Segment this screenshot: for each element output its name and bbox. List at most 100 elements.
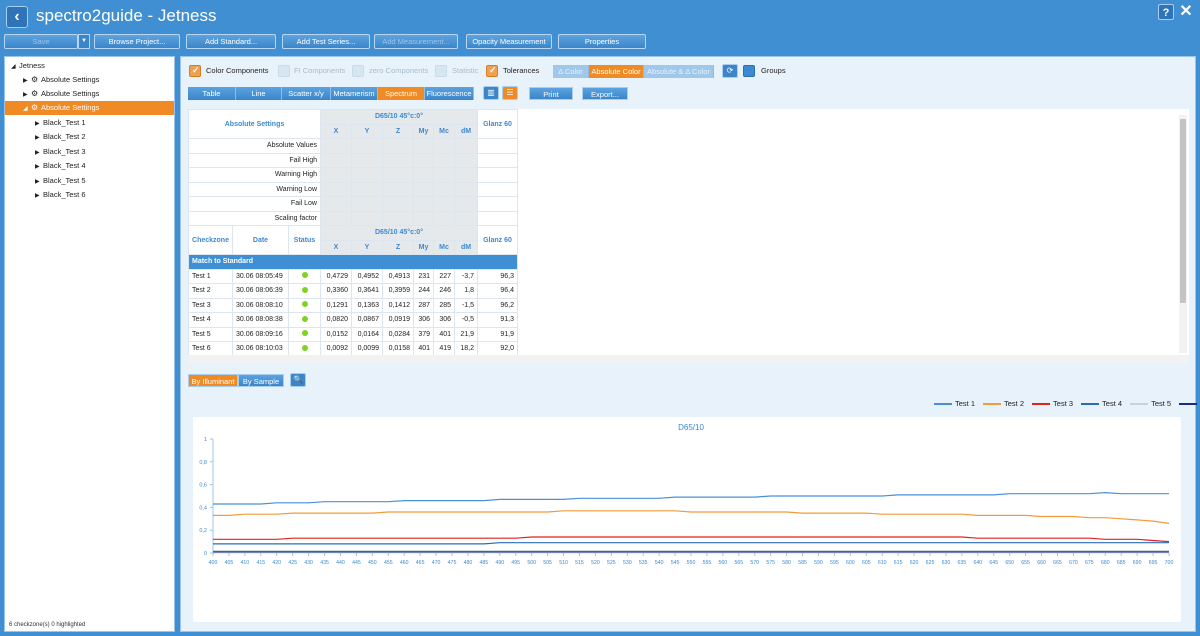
tab-table[interactable]: Table <box>188 87 236 100</box>
settings-gear-icon: ⚙ <box>31 103 39 112</box>
collapsed-triangle-icon[interactable]: ▶ <box>35 117 43 131</box>
x-tick-label: 505 <box>543 560 552 566</box>
opacity-measurement-button[interactable]: Opacity Measurement <box>466 34 552 49</box>
legend-label: Test 2 <box>1004 399 1025 408</box>
legend-item[interactable]: Test 5 <box>1130 399 1171 408</box>
export-button[interactable]: Export... <box>582 87 628 100</box>
tree-item-test[interactable]: ▶ Black_Test 3 <box>5 145 174 159</box>
tree-item-test[interactable]: ▶ Black_Test 6 <box>5 188 174 202</box>
x-tick-label: 405 <box>225 560 234 566</box>
zero-components-label: zero Components <box>369 66 429 75</box>
legend-item[interactable]: Test 4 <box>1081 399 1122 408</box>
scrollbar-thumb[interactable] <box>1180 119 1186 303</box>
legend-item[interactable]: Test 2 <box>983 399 1024 408</box>
col-header: My <box>413 239 434 255</box>
cell-mc: 401 <box>433 326 455 342</box>
collapsed-triangle-icon[interactable]: ▶ <box>35 160 43 174</box>
tree-item-test[interactable]: ▶ Black_Test 4 <box>5 159 174 173</box>
add-measurement-button[interactable]: Add Measurement... <box>374 34 458 49</box>
add-test-series-button[interactable]: Add Test Series... <box>282 34 370 49</box>
tree-item-test[interactable]: ▶ Black_Test 2 <box>5 130 174 144</box>
col-header: Mc <box>433 239 455 255</box>
back-button[interactable]: ‹ <box>6 6 28 28</box>
tab-scatter[interactable]: Scatter x/y <box>282 87 331 100</box>
collapsed-triangle-icon[interactable]: ▶ <box>23 74 31 88</box>
tolerances-checkbox[interactable] <box>486 65 498 77</box>
by-illuminant-tab[interactable]: By Illuminant <box>188 374 238 387</box>
expanded-triangle-icon[interactable]: ◢ <box>11 60 19 74</box>
print-button[interactable]: Print <box>529 87 573 100</box>
cell-dm: 1,8 <box>454 283 478 299</box>
x-tick-label: 585 <box>798 560 807 566</box>
y-tick-label: 0,8 <box>199 460 207 466</box>
legend-item[interactable]: Test 6 <box>1179 399 1200 408</box>
cell-x: 0,1291 <box>320 297 352 313</box>
project-tree: ◢ Jetness ▶ ⚙ Absolute Settings ▶ ⚙ Absolute … <box>4 56 175 632</box>
cell-my: 231 <box>413 268 434 284</box>
x-tick-label: 530 <box>623 560 632 566</box>
y-tick-label: 0,4 <box>199 505 207 511</box>
x-tick-label: 575 <box>766 560 775 566</box>
tree-item-settings[interactable]: ▶ ⚙ Absolute Settings <box>5 73 174 87</box>
help-button[interactable]: ? <box>1158 4 1174 20</box>
properties-button[interactable]: Properties <box>558 34 646 49</box>
color-components-label: Color Components <box>206 66 269 75</box>
zero-components-checkbox[interactable] <box>352 65 364 77</box>
y-tick-label: 1 <box>204 437 207 443</box>
settings-row-label: Warning Low <box>188 181 321 197</box>
zoom-icon[interactable]: 🔍 <box>290 373 306 387</box>
by-sample-tab[interactable]: By Sample <box>238 374 284 387</box>
rows-layout-icon[interactable]: ☰ <box>502 86 518 100</box>
tab-line[interactable]: Line <box>236 87 282 100</box>
expanded-triangle-icon[interactable]: ◢ <box>23 102 31 116</box>
tree-item-settings-selected[interactable]: ◢ ⚙ Absolute Settings <box>5 101 174 115</box>
absolute-and-delta-color-button[interactable]: Absolute & Δ Color <box>644 65 714 78</box>
legend-item[interactable]: Test 1 <box>934 399 975 408</box>
table-row[interactable]: Test 6 30.06 08:10:03 0,0092 0,0099 0,0158 40… <box>188 341 518 357</box>
horizontal-scrollbar[interactable] <box>188 355 1189 363</box>
status-text: 6 checkzone(s) 0 highlighted <box>9 622 86 628</box>
x-tick-label: 700 <box>1165 560 1174 566</box>
col-header: My <box>413 123 434 139</box>
tree-root[interactable]: ◢ Jetness <box>5 59 174 73</box>
tree-item-test[interactable]: ▶ Black_Test 5 <box>5 174 174 188</box>
delta-color-button[interactable]: Δ Color <box>553 65 589 78</box>
tree-item-test[interactable]: ▶ Black_Test 1 <box>5 116 174 130</box>
status-dot <box>301 272 308 279</box>
collapsed-triangle-icon[interactable]: ▶ <box>35 131 43 145</box>
collapsed-triangle-icon[interactable]: ▶ <box>35 146 43 160</box>
x-tick-label: 695 <box>1149 560 1158 566</box>
fi-components-checkbox[interactable] <box>278 65 290 77</box>
col-header: Y <box>351 239 383 255</box>
table-row[interactable]: Test 5 30.06 08:09:16 0,0152 0,0164 0,0284 37… <box>188 326 518 342</box>
save-button[interactable]: Save <box>4 34 78 49</box>
statistic-checkbox[interactable] <box>435 65 447 77</box>
vertical-scrollbar[interactable] <box>1179 115 1187 353</box>
table-row[interactable]: Test 2 30.06 08:06:39 0,3360 0,3641 0,3959 24… <box>188 283 518 299</box>
absolute-color-button[interactable]: Absolute Color <box>589 65 644 78</box>
collapsed-triangle-icon[interactable]: ▶ <box>35 189 43 203</box>
settings-row: Fail High <box>188 152 518 168</box>
tree-item-settings[interactable]: ▶ ⚙ Absolute Settings <box>5 87 174 101</box>
browse-project-button[interactable]: Browse Project... <box>94 34 180 49</box>
columns-layout-icon[interactable]: ▥ <box>483 86 499 100</box>
table-row[interactable]: Test 4 30.06 08:08:38 0,0820 0,0867 0,0919 30… <box>188 312 518 328</box>
tab-fluorescence[interactable]: Fluorescence <box>425 87 474 100</box>
collapsed-triangle-icon[interactable]: ▶ <box>23 88 31 102</box>
table-row[interactable]: Test 1 30.06 08:05:49 0,4729 0,4952 0,4913 23… <box>188 268 518 284</box>
col-header: Mc <box>433 123 455 139</box>
add-standard-button[interactable]: Add Standard... <box>186 34 276 49</box>
table-row[interactable]: Test 3 30.06 08:08:10 0,1291 0,1363 0,1412 28… <box>188 297 518 313</box>
color-components-checkbox[interactable] <box>189 65 201 77</box>
x-tick-label: 595 <box>830 560 839 566</box>
groups-checkbox[interactable] <box>743 65 755 77</box>
tree-item-label: Black_Test 6 <box>43 190 86 199</box>
tab-spectrum[interactable]: Spectrum <box>378 87 425 100</box>
settings-row: Absolute Values <box>188 138 518 154</box>
refresh-icon[interactable]: ⟳ <box>722 64 738 78</box>
tab-metamerism[interactable]: Metamerism <box>331 87 378 100</box>
save-dropdown-arrow-icon[interactable]: ▼ <box>78 34 90 49</box>
close-button[interactable]: ✕ <box>1178 4 1194 20</box>
collapsed-triangle-icon[interactable]: ▶ <box>35 175 43 189</box>
legend-item[interactable]: Test 3 <box>1032 399 1073 408</box>
